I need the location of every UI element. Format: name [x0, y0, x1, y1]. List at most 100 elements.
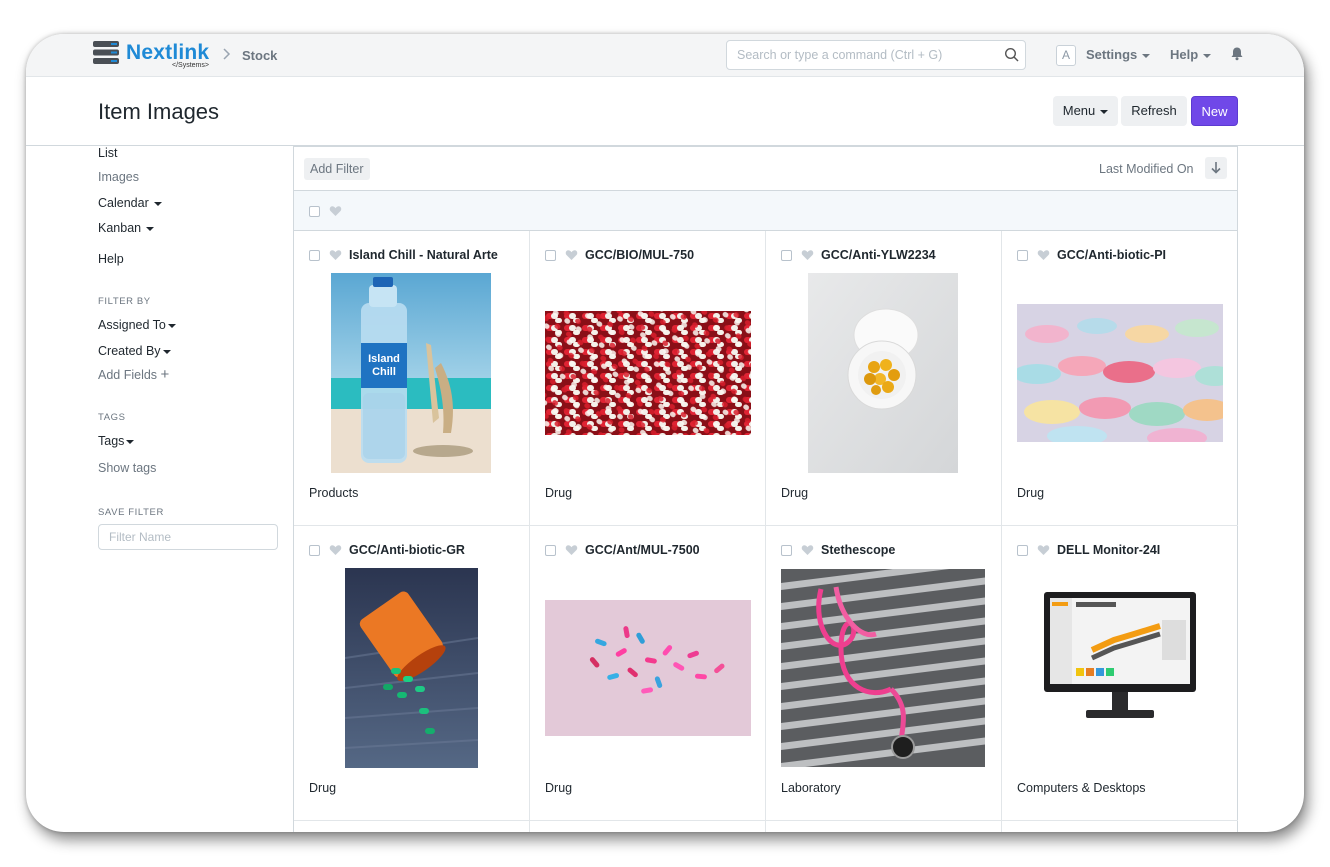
- add-fields-label: Add Fields: [98, 368, 158, 382]
- item-thumbnail[interactable]: [345, 568, 478, 768]
- row-checkbox[interactable]: [1017, 545, 1028, 556]
- sort-order-button[interactable]: [1205, 157, 1227, 179]
- tags-label: Tags: [98, 434, 125, 448]
- yellow-pills-bottle-image: [808, 273, 958, 473]
- row-checkbox[interactable]: [545, 250, 556, 261]
- item-title[interactable]: Island Chill - Natural Arte: [349, 248, 525, 262]
- heart-icon[interactable]: [1037, 249, 1050, 261]
- chevron-down-icon: [1203, 53, 1212, 58]
- settings-dropdown[interactable]: Settings: [1086, 47, 1151, 62]
- menu-button[interactable]: Menu: [1053, 96, 1118, 126]
- item-thumbnail[interactable]: [1042, 590, 1198, 724]
- save-filter-heading: SAVE FILTER: [98, 507, 164, 518]
- item-thumbnail[interactable]: [808, 273, 958, 473]
- sidebar-item-kanban[interactable]: Kanban: [98, 221, 155, 235]
- help-dropdown[interactable]: Help: [1170, 47, 1212, 62]
- chevron-down-icon: [162, 349, 171, 354]
- item-title[interactable]: DELL Monitor-24I: [1057, 543, 1233, 557]
- tags-dropdown[interactable]: Tags: [98, 434, 135, 448]
- item-title[interactable]: GCC/BIO/MUL-750: [585, 248, 761, 262]
- item-thumbnail[interactable]: [545, 311, 751, 435]
- sidebar-item-help[interactable]: Help: [98, 252, 124, 266]
- breadcrumb-chevron-icon: [222, 47, 232, 64]
- filter-bar: Add Filter Last Modified On: [294, 146, 1237, 191]
- add-filter-button[interactable]: Add Filter: [304, 158, 370, 180]
- list-item[interactable]: GCC/Anti-biotic-PI Drug: [1002, 231, 1238, 526]
- arrow-down-icon: [1211, 162, 1221, 174]
- item-thumbnail[interactable]: [545, 600, 751, 736]
- created-by-filter[interactable]: Created By: [98, 344, 171, 358]
- sidebar-item-calendar[interactable]: Calendar: [98, 196, 162, 210]
- item-title[interactable]: Stethescope: [821, 543, 997, 557]
- row-checkbox[interactable]: [1017, 250, 1028, 261]
- list-item[interactable]: GCC/Anti-YLW2234 Drug: [766, 231, 1002, 526]
- heart-icon[interactable]: [329, 205, 342, 217]
- avatar[interactable]: A: [1056, 45, 1076, 66]
- item-title[interactable]: GCC/Anti-biotic-PI: [1057, 248, 1233, 262]
- filter-name-box: [98, 524, 278, 550]
- heart-icon[interactable]: [329, 249, 342, 261]
- svg-text:Island: Island: [368, 353, 400, 365]
- app-window: Nextlink </Systems> Stock A Settings Hel…: [26, 34, 1304, 832]
- bell-icon[interactable]: [1230, 46, 1244, 61]
- item-group: Computers & Desktops: [1017, 781, 1146, 795]
- item-group: Drug: [545, 486, 573, 500]
- brand-logo[interactable]: Nextlink </Systems>: [92, 40, 209, 72]
- image-list: Add Filter Last Modified On Island Chill…: [293, 146, 1238, 832]
- item-title[interactable]: GCC/Anti-YLW2234: [821, 248, 997, 262]
- list-item[interactable]: Island Chill - Natural Arte Island Chill…: [294, 231, 530, 526]
- sidebar-item-images[interactable]: Images: [98, 170, 139, 184]
- heart-icon[interactable]: [329, 544, 342, 556]
- add-fields-link[interactable]: Add Fields +: [98, 367, 169, 382]
- next-row-edge: [294, 821, 1237, 832]
- row-checkbox[interactable]: [545, 545, 556, 556]
- heart-icon[interactable]: [565, 249, 578, 261]
- list-item[interactable]: Stethescope Laboratory: [766, 526, 1002, 821]
- list-header: [294, 191, 1237, 231]
- list-item[interactable]: GCC/Ant/MUL-7500 Drug: [530, 526, 766, 821]
- item-group: Drug: [309, 781, 337, 795]
- chevron-down-icon: [1100, 109, 1109, 114]
- filter-name-input[interactable]: [99, 525, 269, 549]
- row-checkbox[interactable]: [309, 250, 320, 261]
- select-all-checkbox[interactable]: [309, 206, 320, 217]
- chevron-down-icon: [167, 323, 176, 328]
- refresh-button[interactable]: Refresh: [1121, 96, 1187, 126]
- orange-pill-bottle-image: [345, 568, 478, 768]
- assigned-to-filter[interactable]: Assigned To: [98, 318, 176, 332]
- water-bottle-beach-image: Island Chill: [331, 273, 491, 473]
- server-stack-icon: [93, 41, 119, 64]
- list-item[interactable]: GCC/Anti-biotic-GR Drug: [294, 526, 530, 821]
- new-button[interactable]: New: [1191, 96, 1238, 126]
- help-label: Help: [1170, 47, 1199, 62]
- item-thumbnail[interactable]: [781, 569, 985, 767]
- heart-icon[interactable]: [801, 544, 814, 556]
- pastel-tablets-image: [1017, 304, 1223, 442]
- item-group: Drug: [545, 781, 573, 795]
- row-checkbox[interactable]: [781, 545, 792, 556]
- svg-text:Chill: Chill: [372, 366, 396, 378]
- settings-label: Settings: [1086, 47, 1138, 62]
- item-group: Laboratory: [781, 781, 841, 795]
- search-input[interactable]: [727, 41, 987, 69]
- sidebar-item-list[interactable]: List: [98, 146, 117, 160]
- show-tags-link[interactable]: Show tags: [98, 461, 156, 475]
- search-box: [726, 40, 1026, 70]
- search-icon[interactable]: [1004, 47, 1020, 63]
- navbar: Nextlink </Systems> Stock A Settings Hel…: [26, 34, 1304, 77]
- item-thumbnail[interactable]: Island Chill: [331, 273, 491, 473]
- list-item[interactable]: DELL Monitor-24I Computers & Desktops: [1002, 526, 1238, 821]
- item-thumbnail[interactable]: [1017, 304, 1223, 442]
- list-item[interactable]: GCC/BIO/MUL-750 Drug: [530, 231, 766, 526]
- sort-selector[interactable]: Last Modified On: [1099, 162, 1194, 176]
- row-checkbox[interactable]: [309, 545, 320, 556]
- item-title[interactable]: GCC/Anti-biotic-GR: [349, 543, 525, 557]
- row-checkbox[interactable]: [781, 250, 792, 261]
- heart-icon[interactable]: [565, 544, 578, 556]
- heart-icon[interactable]: [801, 249, 814, 261]
- page-head: Item Images Menu Refresh New: [26, 77, 1304, 146]
- heart-icon[interactable]: [1037, 544, 1050, 556]
- item-title[interactable]: GCC/Ant/MUL-7500: [585, 543, 761, 557]
- breadcrumb-stock[interactable]: Stock: [242, 48, 277, 63]
- filter-label: Created By: [98, 344, 161, 358]
